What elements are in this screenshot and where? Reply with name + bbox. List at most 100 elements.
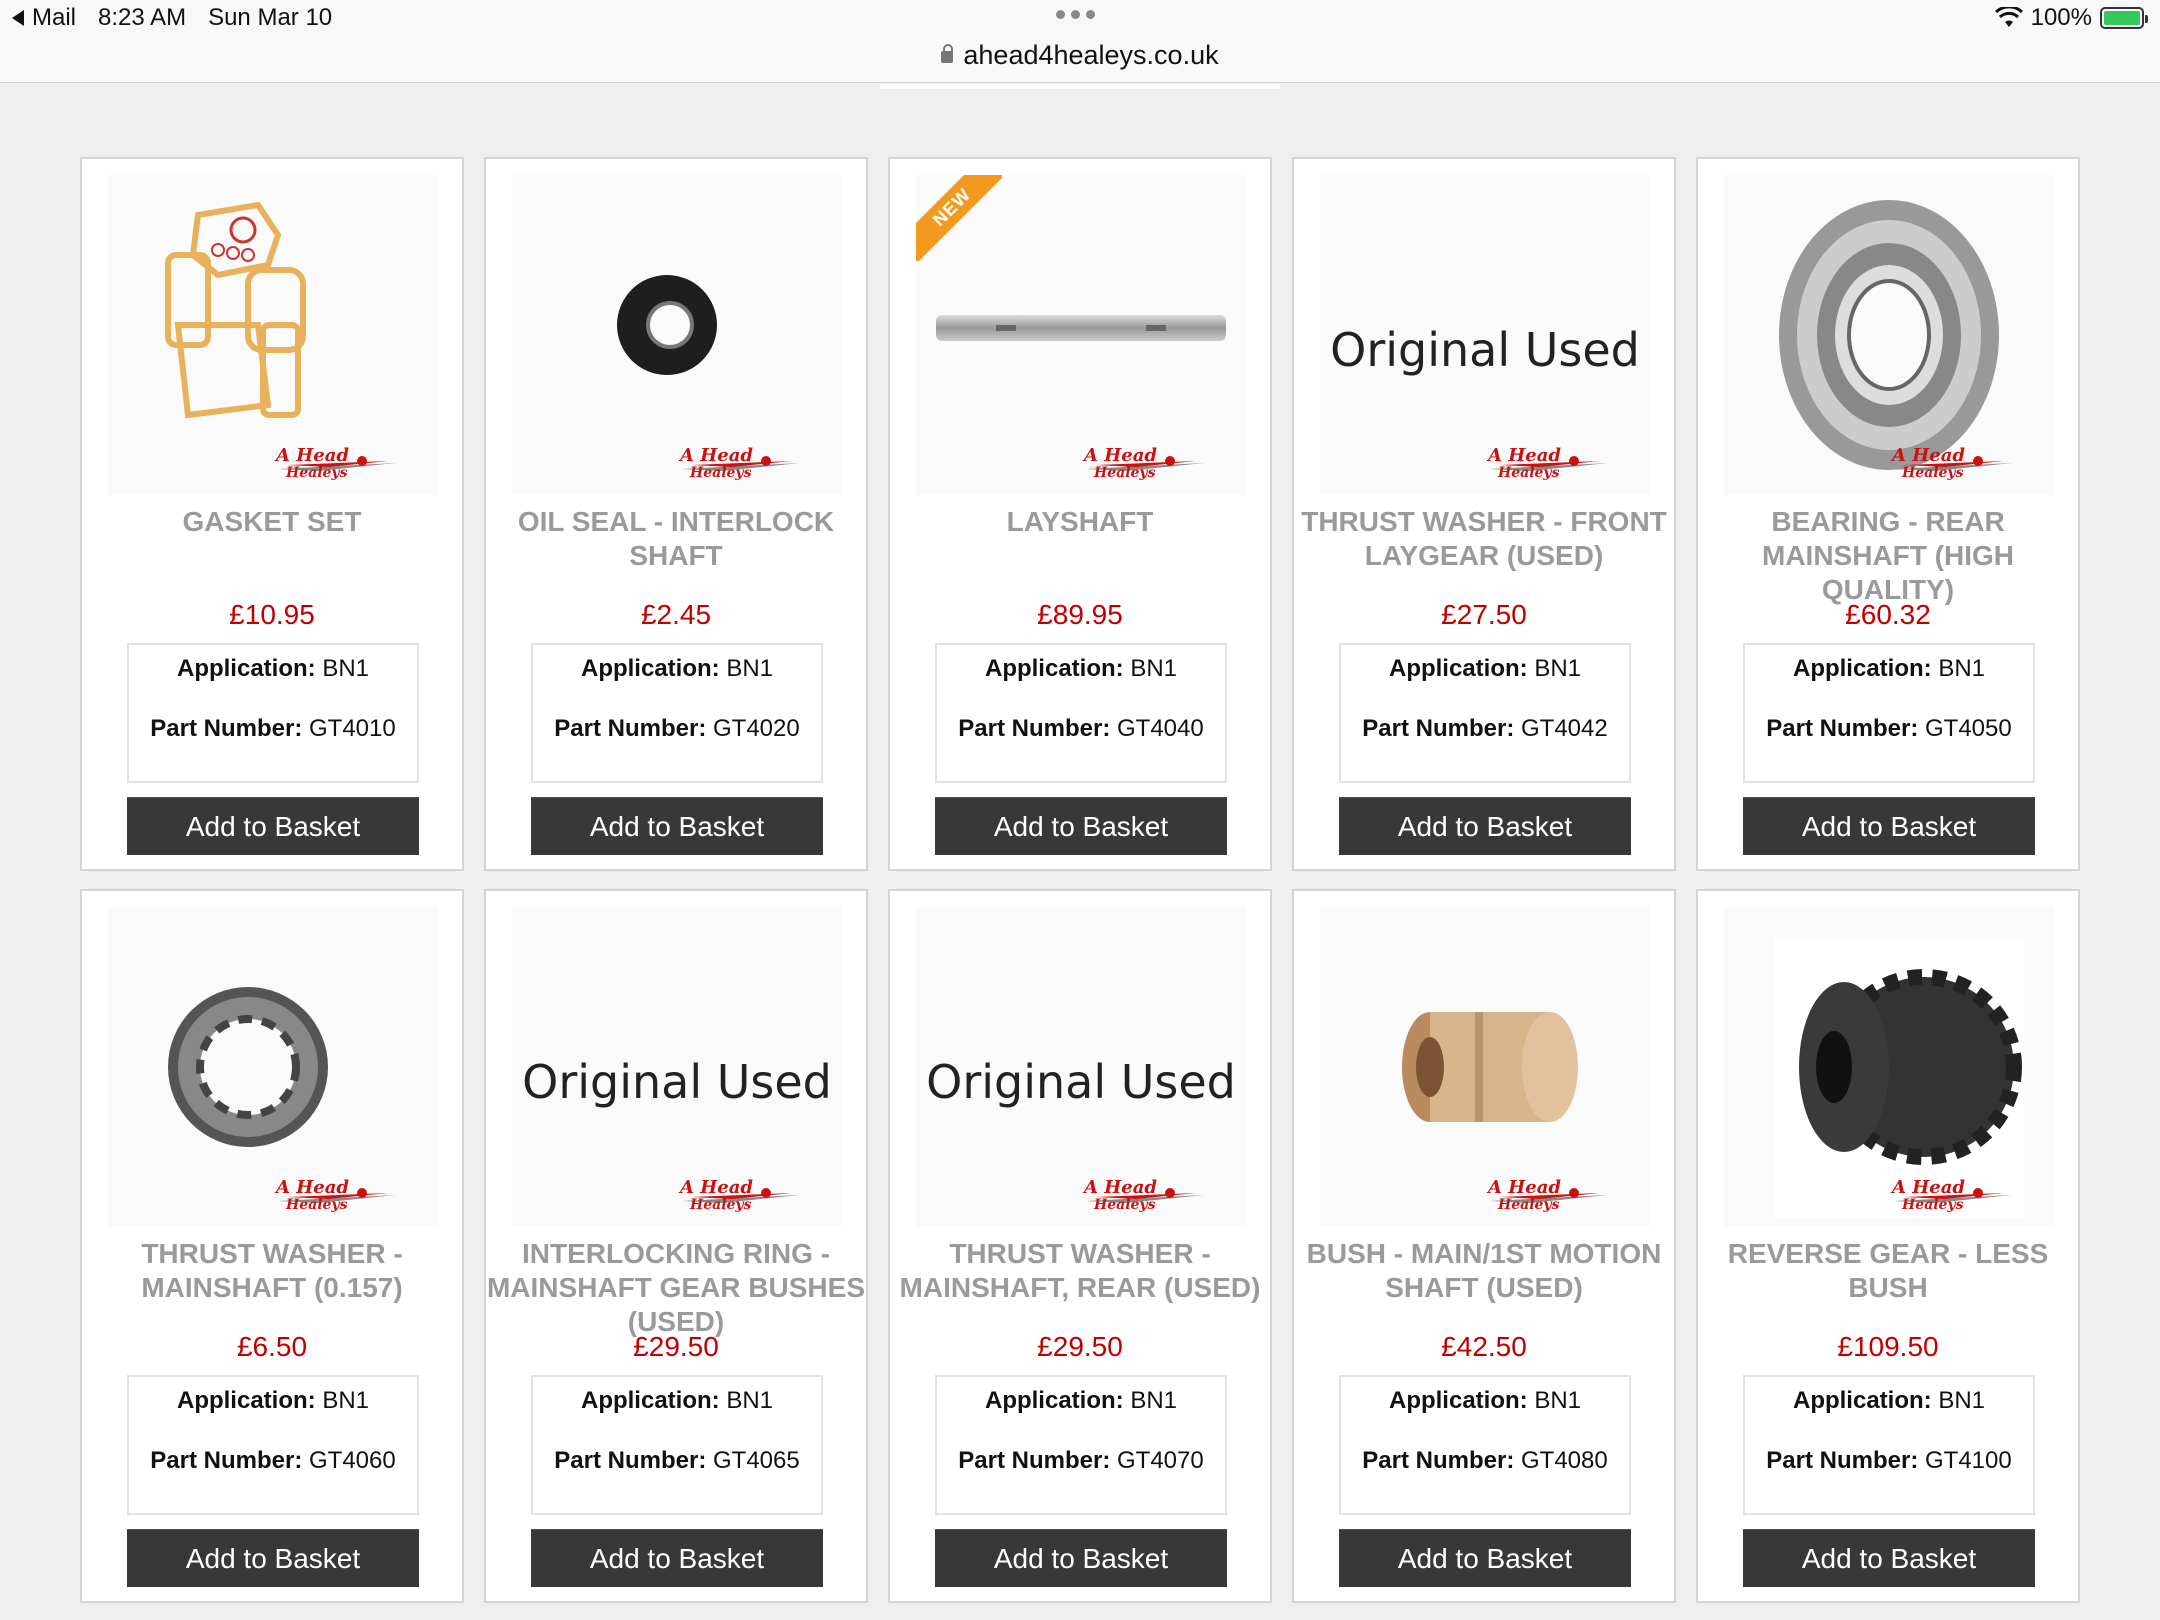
add-to-basket-button[interactable]: Add to Basket bbox=[935, 1529, 1227, 1587]
svg-text:Healeys: Healeys bbox=[689, 1197, 752, 1213]
ahead4healeys-logo: A Head Healeys bbox=[1890, 1177, 2012, 1213]
product-price: £27.50 bbox=[1441, 599, 1527, 630]
battery-icon bbox=[2100, 7, 2148, 29]
svg-text:A Head: A Head bbox=[678, 445, 753, 466]
status-date: Sun Mar 10 bbox=[208, 4, 333, 31]
product-specs: Application: BN1 Part Number: GT4042 bbox=[1339, 643, 1631, 783]
multitask-dots-icon[interactable] bbox=[1056, 10, 1095, 19]
original-used-placeholder: Original Used bbox=[926, 1055, 1236, 1109]
svg-text:Healeys: Healeys bbox=[1497, 1197, 1560, 1213]
product-image[interactable]: A Head Healeys bbox=[1724, 907, 2054, 1227]
page-indicator bbox=[880, 84, 1280, 89]
add-to-basket-button[interactable]: Add to Basket bbox=[127, 797, 419, 855]
svg-text:Healeys: Healeys bbox=[1093, 1197, 1156, 1213]
product-card-gt4070: Original Used A Head Healeys THRUST WASH… bbox=[888, 889, 1272, 1603]
application-row: Application: BN1 bbox=[580, 655, 773, 682]
product-title[interactable]: LAYSHAFT bbox=[890, 505, 1270, 539]
address-bar[interactable]: ahead4healeys.co.uk bbox=[0, 40, 2160, 71]
product-specs: Application: BN1 Part Number: GT4100 bbox=[1743, 1375, 2035, 1515]
product-title[interactable]: REVERSE GEAR - LESS BUSH bbox=[1698, 1237, 2078, 1305]
part-number-row: Part Number: GT4050 bbox=[1766, 715, 2012, 742]
add-to-basket-button[interactable]: Add to Basket bbox=[1743, 797, 2035, 855]
product-image[interactable]: Original Used A Head Healeys bbox=[512, 907, 842, 1227]
application-row: Application: BN1 bbox=[176, 655, 369, 682]
product-price: £29.50 bbox=[633, 1331, 719, 1362]
part-number-row: Part Number: GT4020 bbox=[554, 715, 800, 742]
add-to-basket-button[interactable]: Add to Basket bbox=[531, 1529, 823, 1587]
product-price: £2.45 bbox=[640, 599, 712, 630]
svg-text:Healeys: Healeys bbox=[689, 465, 752, 481]
product-specs: Application: BN1 Part Number: GT4040 bbox=[935, 643, 1227, 783]
application-row: Application: BN1 bbox=[580, 1387, 773, 1414]
add-to-basket-button[interactable]: Add to Basket bbox=[127, 1529, 419, 1587]
part-number-row: Part Number: GT4065 bbox=[554, 1447, 800, 1474]
svg-text:A Head: A Head bbox=[274, 445, 349, 466]
add-to-basket-button[interactable]: Add to Basket bbox=[1339, 1529, 1631, 1587]
svg-text:A Head: A Head bbox=[1082, 445, 1157, 466]
status-bar-left: Mail 8:23 AM Sun Mar 10 bbox=[12, 4, 332, 32]
part-number-row: Part Number: GT4040 bbox=[958, 715, 1204, 742]
product-specs: Application: BN1 Part Number: GT4010 bbox=[127, 643, 419, 783]
svg-text:A Head: A Head bbox=[1890, 1177, 1965, 1198]
product-title[interactable]: OIL SEAL - INTERLOCK SHAFT bbox=[486, 505, 866, 573]
wifi-icon bbox=[1994, 7, 2023, 27]
product-specs: Application: BN1 Part Number: GT4060 bbox=[127, 1375, 419, 1515]
product-image[interactable]: Original Used A Head Healeys bbox=[1320, 175, 1650, 495]
product-price: £89.95 bbox=[1037, 599, 1123, 630]
product-card-gt4020: A Head Healeys OIL SEAL - INTERLOCK SHAF… bbox=[484, 157, 868, 871]
status-bar-right: 100% bbox=[1994, 4, 2148, 32]
application-row: Application: BN1 bbox=[984, 655, 1177, 682]
svg-text:A Head: A Head bbox=[1486, 1177, 1561, 1198]
add-to-basket-button[interactable]: Add to Basket bbox=[1339, 797, 1631, 855]
ahead4healeys-logo: A Head Healeys bbox=[274, 1177, 396, 1213]
product-price: £109.50 bbox=[1837, 1331, 1939, 1362]
product-price: £60.32 bbox=[1845, 599, 1931, 630]
lock-icon bbox=[941, 44, 954, 63]
ahead4healeys-logo: A Head Healeys bbox=[1486, 1177, 1608, 1213]
product-title[interactable]: THRUST WASHER - MAINSHAFT, REAR (USED) bbox=[890, 1237, 1270, 1305]
product-title[interactable]: GASKET SET bbox=[82, 505, 462, 539]
part-number-row: Part Number: GT4080 bbox=[1362, 1447, 1608, 1474]
product-card-gt4040: A Head Healeys NEW LAYSHAFT £89.95 Appli… bbox=[888, 157, 1272, 871]
original-used-placeholder: Original Used bbox=[1330, 323, 1640, 377]
product-image[interactable]: A Head Healeys bbox=[108, 907, 438, 1227]
product-image[interactable]: A Head Healeys bbox=[1320, 907, 1650, 1227]
add-to-basket-button[interactable]: Add to Basket bbox=[531, 797, 823, 855]
svg-text:Healeys: Healeys bbox=[285, 1197, 348, 1213]
product-grid: A Head Healeys GASKET SET £10.95 Applica… bbox=[80, 157, 2080, 1603]
svg-text:Healeys: Healeys bbox=[1497, 465, 1560, 481]
svg-text:Healeys: Healeys bbox=[285, 465, 348, 481]
ahead4healeys-logo: A Head Healeys bbox=[1486, 445, 1608, 481]
product-title[interactable]: THRUST WASHER - MAINSHAFT (0.157) bbox=[82, 1237, 462, 1305]
product-card-gt4010: A Head Healeys GASKET SET £10.95 Applica… bbox=[80, 157, 464, 871]
svg-text:A Head: A Head bbox=[1486, 445, 1561, 466]
application-row: Application: BN1 bbox=[1792, 1387, 1985, 1414]
ahead4healeys-logo: A Head Healeys bbox=[1082, 445, 1204, 481]
add-to-basket-button[interactable]: Add to Basket bbox=[935, 797, 1227, 855]
ahead4healeys-logo: A Head Healeys bbox=[1082, 1177, 1204, 1213]
product-price: £6.50 bbox=[236, 1331, 308, 1362]
svg-text:Healeys: Healeys bbox=[1093, 465, 1156, 481]
product-image[interactable]: A Head Healeys bbox=[108, 175, 438, 495]
product-card-gt4050: A Head Healeys BEARING - REAR MAINSHAFT … bbox=[1696, 157, 2080, 871]
product-title[interactable]: BEARING - REAR MAINSHAFT (HIGH QUALITY) bbox=[1698, 505, 2078, 607]
product-price: £42.50 bbox=[1441, 1331, 1527, 1362]
add-to-basket-button[interactable]: Add to Basket bbox=[1743, 1529, 2035, 1587]
product-title[interactable]: THRUST WASHER - FRONT LAYGEAR (USED) bbox=[1294, 505, 1674, 573]
product-image[interactable]: Original Used A Head Healeys bbox=[916, 907, 1246, 1227]
product-image[interactable]: A Head Healeys NEW bbox=[916, 175, 1246, 495]
part-number-row: Part Number: GT4060 bbox=[150, 1447, 396, 1474]
back-app-label: Mail bbox=[32, 4, 77, 31]
product-card-gt4042: Original Used A Head Healeys THRUST WASH… bbox=[1292, 157, 1676, 871]
product-image[interactable]: A Head Healeys bbox=[1724, 175, 2054, 495]
product-title[interactable]: INTERLOCKING RING - MAINSHAFT GEAR BUSHE… bbox=[486, 1237, 866, 1339]
part-number-row: Part Number: GT4070 bbox=[958, 1447, 1204, 1474]
product-card-gt4065: Original Used A Head Healeys INTERLOCKIN… bbox=[484, 889, 868, 1603]
application-row: Application: BN1 bbox=[1388, 1387, 1581, 1414]
svg-text:A Head: A Head bbox=[1890, 445, 1965, 466]
product-image[interactable]: A Head Healeys bbox=[512, 175, 842, 495]
back-to-app[interactable]: Mail bbox=[12, 4, 76, 32]
application-row: Application: BN1 bbox=[1792, 655, 1985, 682]
product-title[interactable]: BUSH - MAIN/1ST MOTION SHAFT (USED) bbox=[1294, 1237, 1674, 1305]
back-arrow-icon bbox=[12, 10, 24, 26]
